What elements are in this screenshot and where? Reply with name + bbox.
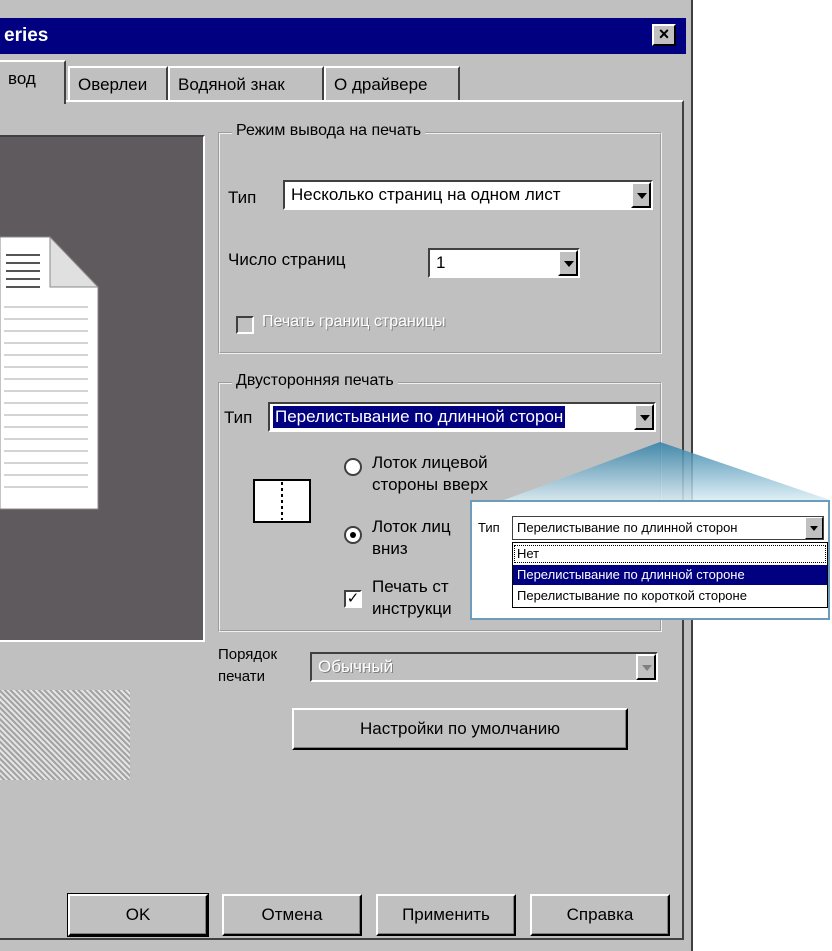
chevron-down-icon[interactable] [805,517,823,539]
order-label-line2: печати [218,668,266,685]
output-type-label: Тип [228,188,257,207]
chevron-down-icon[interactable] [634,404,654,430]
title-bar[interactable]: eries × [0,18,686,54]
preview-shadow [0,690,130,780]
page-preview [0,135,205,642]
callout-pointer [504,442,830,500]
tab-overlays-label: Оверлеи [78,75,148,94]
duplex-option-long-edge[interactable]: Перелистывание по длинной стороне [513,565,827,585]
tab-about-driver-label: О драйвере [334,75,428,94]
cancel-button[interactable]: Отмена [222,894,362,936]
pages-count-select[interactable]: 1 [428,248,580,278]
duplex-option-short-edge[interactable]: Перелистывание по короткой стороне [513,586,827,606]
tab-about-driver[interactable]: О драйвере [324,66,460,102]
tray-face-down-label: Лоток лиц вниз [372,517,451,558]
duplex-type-value: Перелистывание по длинной сторон [273,406,566,428]
print-border-label: Печать границ страницы [262,313,446,330]
duplex-options-list: Нет Перелистывание по длинной стороне Пе… [512,542,828,608]
tab-output-label: вод [8,69,36,88]
callout-type-label: Тип [478,520,500,535]
close-icon: × [658,24,670,44]
output-type-select[interactable]: Несколько страниц на одном лист [283,180,653,210]
help-label: Справка [566,905,634,924]
duplex-type-select[interactable]: Перелистывание по длинной сторон [268,402,656,432]
print-instructions-checkbox[interactable]: ✓ [344,590,362,608]
help-button[interactable]: Справка [530,894,670,936]
chevron-down-icon[interactable] [558,250,578,276]
duplex-option-none[interactable]: Нет [513,544,827,564]
window-title: eries [4,25,49,46]
print-order-value: Обычный [318,657,394,676]
cancel-label: Отмена [261,905,323,924]
ok-label: OK [125,905,151,924]
chevron-down-icon[interactable] [636,654,656,680]
order-label-line1: Порядок [218,646,278,663]
pages-count-value: 1 [436,253,446,272]
print-instructions-label: Печать ст инструкци [372,577,452,618]
tray-face-up-radio[interactable] [344,458,362,476]
chevron-down-icon[interactable] [631,182,651,208]
restore-defaults-button[interactable]: Настройки по умолчанию [292,708,628,750]
tab-output[interactable]: вод [0,60,66,104]
restore-defaults-label: Настройки по умолчанию [359,719,561,738]
tray-face-down-radio[interactable] [344,526,362,544]
close-button[interactable]: × [652,24,676,46]
apply-button[interactable]: Применить [376,894,516,936]
output-type-value: Несколько страниц на одном лист [291,185,561,204]
ok-button[interactable]: OK [67,893,209,937]
tab-watermark[interactable]: Водяной знак [168,66,324,102]
callout-duplex-value: Перелистывание по длинной сторон [517,520,738,535]
print-border-checkbox[interactable] [236,316,254,334]
duplex-type-label: Тип [224,408,253,427]
print-order-select[interactable]: Обычный [310,652,658,682]
duplex-document-icon [253,479,311,523]
apply-label: Применить [402,905,490,924]
output-mode-title: Режим вывода на печать [232,122,426,140]
tab-watermark-label: Водяной знак [178,75,285,94]
duplex-title: Двусторонняя печать [232,372,398,390]
tab-overlays[interactable]: Оверлеи [68,66,168,102]
callout-duplex-select[interactable]: Перелистывание по длинной сторон [512,516,824,540]
pages-count-label: Число страниц [228,250,346,269]
page-preview-icon [0,235,100,510]
zoom-callout: Тип Перелистывание по длинной сторон Нет… [470,500,830,620]
